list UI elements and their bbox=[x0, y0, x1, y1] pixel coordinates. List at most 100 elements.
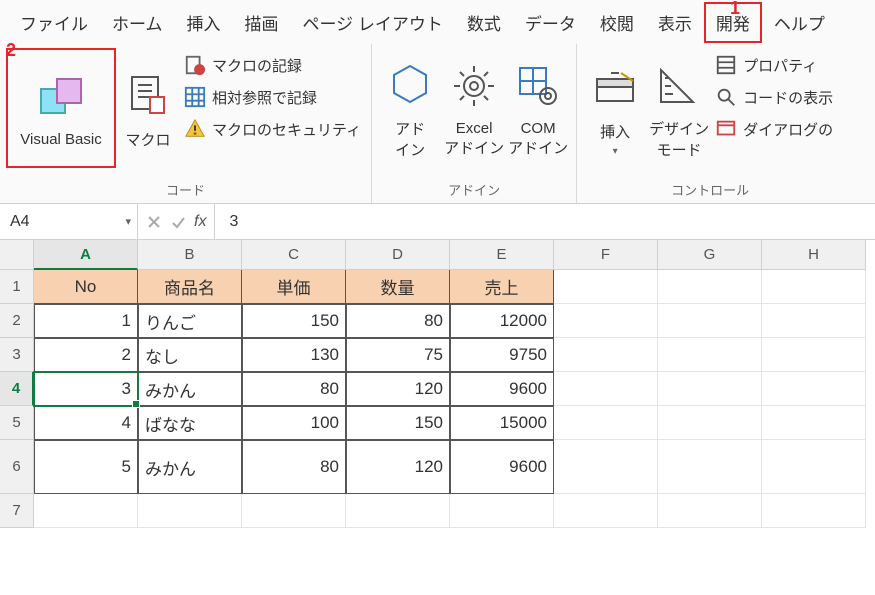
col-header-A[interactable]: A bbox=[34, 240, 138, 270]
cell-D3[interactable]: 75 bbox=[346, 338, 450, 372]
cell-G1[interactable] bbox=[658, 270, 762, 304]
visual-basic-button[interactable]: 2 Visual Basic bbox=[6, 48, 116, 168]
row-header-6[interactable]: 6 bbox=[0, 440, 34, 494]
row-header-5[interactable]: 5 bbox=[0, 406, 34, 440]
cell-E4[interactable]: 9600 bbox=[450, 372, 554, 406]
cancel-icon[interactable] bbox=[146, 214, 162, 230]
col-header-H[interactable]: H bbox=[762, 240, 866, 270]
cell-F6[interactable] bbox=[554, 440, 658, 494]
tab-insert[interactable]: 挿入 bbox=[175, 2, 233, 43]
cell-C7[interactable] bbox=[242, 494, 346, 528]
cell-D2[interactable]: 80 bbox=[346, 304, 450, 338]
col-header-C[interactable]: C bbox=[242, 240, 346, 270]
cell-B1[interactable]: 商品名 bbox=[138, 270, 242, 304]
cell-G7[interactable] bbox=[658, 494, 762, 528]
cell-G3[interactable] bbox=[658, 338, 762, 372]
enter-icon[interactable] bbox=[170, 214, 186, 230]
run-dialog-button[interactable]: ダイアログの bbox=[715, 116, 833, 142]
cell-B5[interactable]: ばなな bbox=[138, 406, 242, 440]
tab-home[interactable]: ホーム bbox=[100, 2, 175, 43]
cell-H6[interactable] bbox=[762, 440, 866, 494]
cell-H5[interactable] bbox=[762, 406, 866, 440]
cell-B2[interactable]: りんご bbox=[138, 304, 242, 338]
tab-file[interactable]: ファイル bbox=[8, 2, 100, 43]
cell-H4[interactable] bbox=[762, 372, 866, 406]
com-addin-button[interactable]: COM アドイン bbox=[506, 48, 570, 168]
formula-input[interactable]: 3 bbox=[215, 213, 238, 231]
cell-B3[interactable]: なし bbox=[138, 338, 242, 372]
name-box[interactable]: A4 ▾ bbox=[0, 204, 138, 239]
properties-button[interactable]: プロパティ bbox=[715, 52, 833, 78]
cell-D1[interactable]: 数量 bbox=[346, 270, 450, 304]
cell-H7[interactable] bbox=[762, 494, 866, 528]
cell-H2[interactable] bbox=[762, 304, 866, 338]
col-header-E[interactable]: E bbox=[450, 240, 554, 270]
cell-D6[interactable]: 120 bbox=[346, 440, 450, 494]
row-header-1[interactable]: 1 bbox=[0, 270, 34, 304]
cell-E6[interactable]: 9600 bbox=[450, 440, 554, 494]
cell-G2[interactable] bbox=[658, 304, 762, 338]
cell-F4[interactable] bbox=[554, 372, 658, 406]
cell-D4[interactable]: 120 bbox=[346, 372, 450, 406]
cell-C6[interactable]: 80 bbox=[242, 440, 346, 494]
insert-control-button[interactable]: 挿入 ▾ bbox=[583, 48, 647, 168]
cell-H3[interactable] bbox=[762, 338, 866, 372]
excel-addin-button[interactable]: Excel アドイン bbox=[442, 48, 506, 168]
macro-button[interactable]: マクロ bbox=[116, 48, 180, 168]
cell-A5[interactable]: 4 bbox=[34, 406, 138, 440]
view-code-button[interactable]: コードの表示 bbox=[715, 84, 833, 110]
tab-help[interactable]: ヘルプ bbox=[762, 2, 837, 43]
tab-layout[interactable]: ページ レイアウト bbox=[291, 2, 455, 43]
cell-E2[interactable]: 12000 bbox=[450, 304, 554, 338]
col-header-D[interactable]: D bbox=[346, 240, 450, 270]
cell-G6[interactable] bbox=[658, 440, 762, 494]
cell-F5[interactable] bbox=[554, 406, 658, 440]
addin-button[interactable]: アド イン bbox=[378, 48, 442, 168]
cell-C5[interactable]: 100 bbox=[242, 406, 346, 440]
cell-F2[interactable] bbox=[554, 304, 658, 338]
cell-A3[interactable]: 2 bbox=[34, 338, 138, 372]
cell-C1[interactable]: 単価 bbox=[242, 270, 346, 304]
tab-view[interactable]: 表示 bbox=[646, 2, 704, 43]
cell-G5[interactable] bbox=[658, 406, 762, 440]
row-header-4[interactable]: 4 bbox=[0, 372, 34, 406]
tab-formulas[interactable]: 数式 bbox=[455, 2, 513, 43]
tab-data[interactable]: データ bbox=[513, 2, 588, 43]
cell-A2[interactable]: 1 bbox=[34, 304, 138, 338]
tab-draw[interactable]: 描画 bbox=[233, 2, 291, 43]
cell-A1[interactable]: No bbox=[34, 270, 138, 304]
fx-icon[interactable]: fx bbox=[194, 213, 206, 231]
cell-F7[interactable] bbox=[554, 494, 658, 528]
cell-F3[interactable] bbox=[554, 338, 658, 372]
cell-B6[interactable]: みかん bbox=[138, 440, 242, 494]
cell-B7[interactable] bbox=[138, 494, 242, 528]
design-mode-button[interactable]: デザイン モード bbox=[647, 48, 711, 168]
cell-E7[interactable] bbox=[450, 494, 554, 528]
cell-E3[interactable]: 9750 bbox=[450, 338, 554, 372]
cell-B4[interactable]: みかん bbox=[138, 372, 242, 406]
cell-C4[interactable]: 80 bbox=[242, 372, 346, 406]
cell-C3[interactable]: 130 bbox=[242, 338, 346, 372]
cell-C2[interactable]: 150 bbox=[242, 304, 346, 338]
cell-E5[interactable]: 15000 bbox=[450, 406, 554, 440]
cell-D7[interactable] bbox=[346, 494, 450, 528]
col-header-F[interactable]: F bbox=[554, 240, 658, 270]
record-macro-button[interactable]: マクロの記録 bbox=[184, 52, 361, 78]
relative-ref-button[interactable]: 相対参照で記録 bbox=[184, 84, 361, 110]
select-all-corner[interactable] bbox=[0, 240, 34, 270]
cell-D5[interactable]: 150 bbox=[346, 406, 450, 440]
cell-A4[interactable]: 3 bbox=[34, 372, 138, 406]
cell-F1[interactable] bbox=[554, 270, 658, 304]
col-header-B[interactable]: B bbox=[138, 240, 242, 270]
row-header-3[interactable]: 3 bbox=[0, 338, 34, 372]
cell-A7[interactable] bbox=[34, 494, 138, 528]
chevron-down-icon[interactable]: ▾ bbox=[125, 215, 131, 228]
cell-E1[interactable]: 売上 bbox=[450, 270, 554, 304]
row-header-2[interactable]: 2 bbox=[0, 304, 34, 338]
cell-H1[interactable] bbox=[762, 270, 866, 304]
row-header-7[interactable]: 7 bbox=[0, 494, 34, 528]
col-header-G[interactable]: G bbox=[658, 240, 762, 270]
cell-G4[interactable] bbox=[658, 372, 762, 406]
macro-security-button[interactable]: マクロのセキュリティ bbox=[184, 116, 361, 142]
cell-A6[interactable]: 5 bbox=[34, 440, 138, 494]
